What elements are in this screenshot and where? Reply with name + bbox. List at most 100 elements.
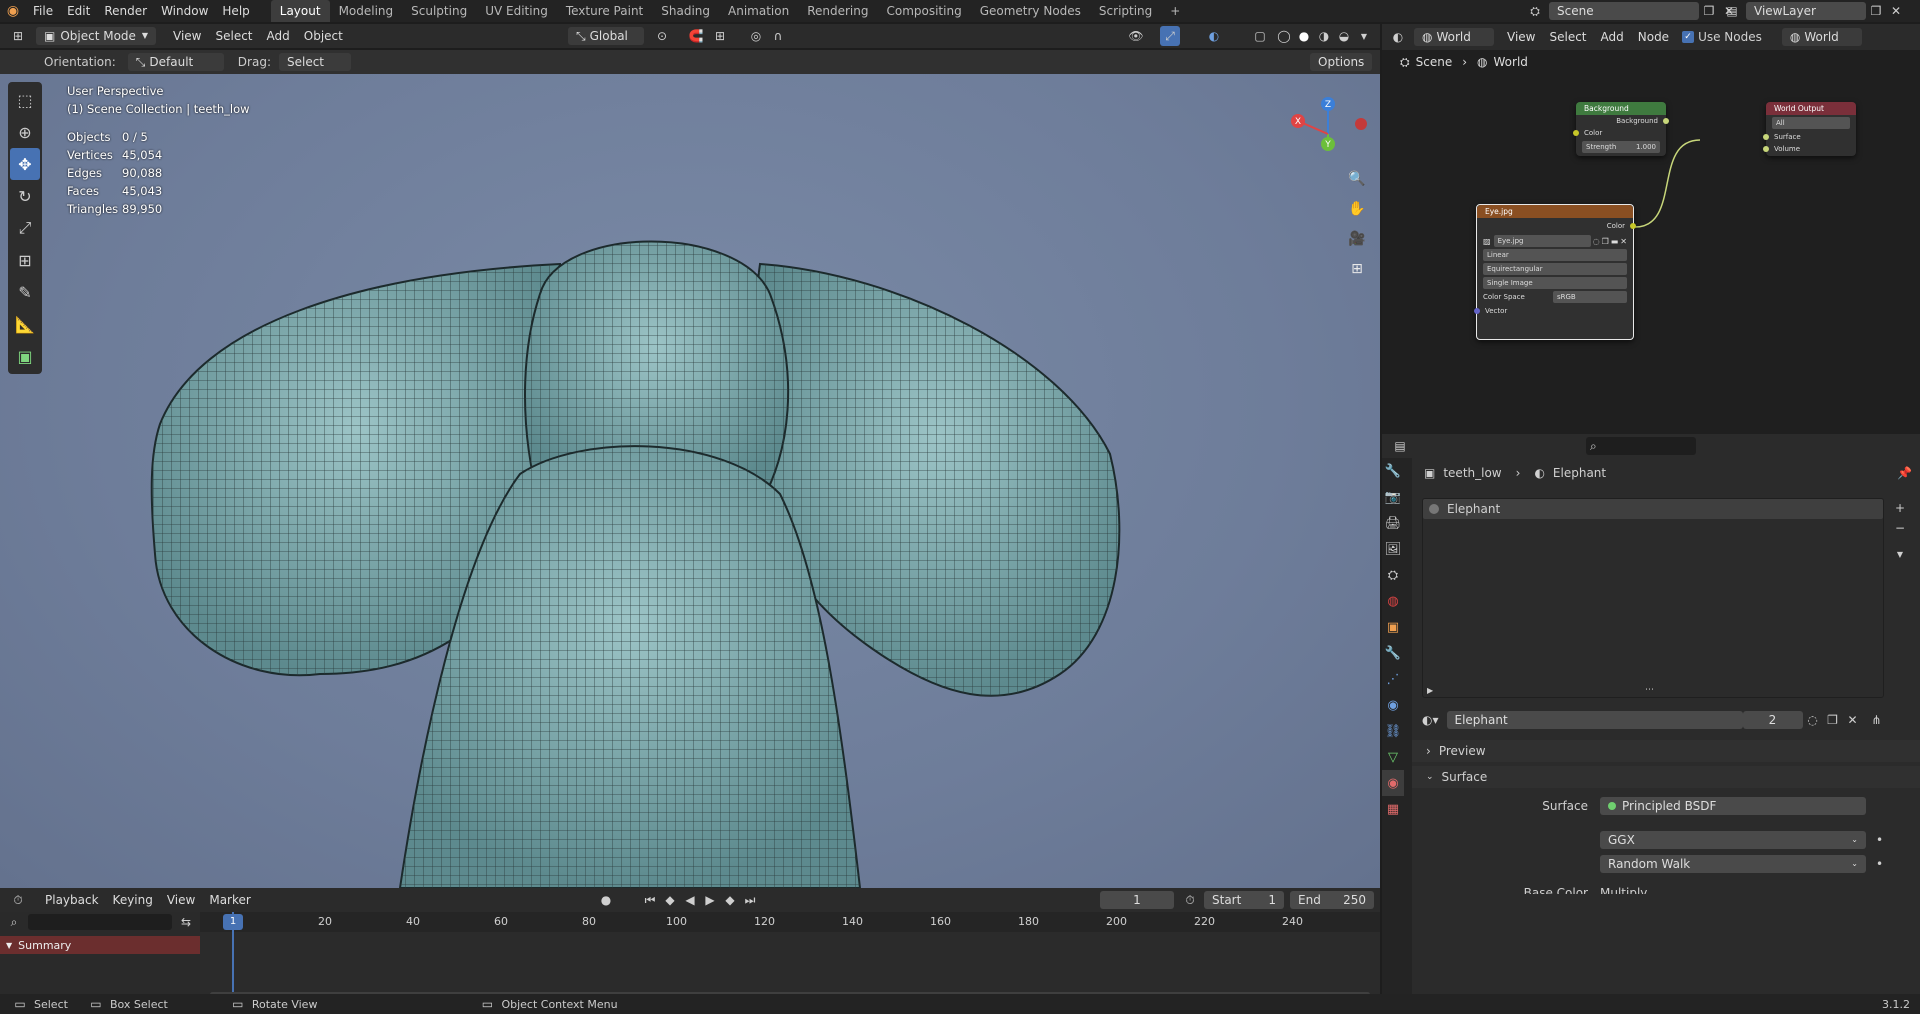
- measure-tool-icon[interactable]: 📐: [10, 308, 40, 340]
- new-scene-icon[interactable]: ❐: [1699, 1, 1719, 21]
- snap-icon[interactable]: 🧲: [686, 26, 706, 46]
- gizmo-toggle-icon[interactable]: ⤢: [1160, 26, 1180, 46]
- background-output-socket[interactable]: [1663, 118, 1669, 124]
- image-node-header[interactable]: Eye.jpg: [1477, 205, 1633, 218]
- vector-input-socket[interactable]: [1474, 308, 1480, 314]
- node-tree-icon[interactable]: ⋔: [1867, 710, 1887, 730]
- neg-x-axis-handle[interactable]: [1355, 118, 1367, 130]
- fake-user-icon[interactable]: ◌: [1803, 710, 1823, 730]
- unlink-material-icon[interactable]: ✕: [1843, 710, 1863, 730]
- menu-file[interactable]: File: [26, 0, 60, 22]
- world-tab-icon[interactable]: ◍: [1382, 588, 1404, 614]
- scene-tab-icon[interactable]: ⛭: [1382, 562, 1404, 588]
- background-node-header[interactable]: Background: [1576, 102, 1666, 115]
- strength-field[interactable]: Strength 1.000: [1582, 141, 1660, 153]
- fake-user-icon[interactable]: ◌: [1593, 237, 1600, 246]
- preview-range-icon[interactable]: ⏱: [1180, 890, 1200, 910]
- timeline-menu-marker[interactable]: Marker: [202, 889, 257, 911]
- tab-scripting[interactable]: Scripting: [1090, 0, 1161, 22]
- base-color-value[interactable]: Multiply: [1600, 883, 1647, 894]
- world-output-target-dropdown[interactable]: All: [1772, 117, 1850, 129]
- channel-search[interactable]: ⌕ ⇆: [0, 912, 200, 932]
- next-keyframe-icon[interactable]: ◆: [720, 890, 740, 910]
- properties-search-input[interactable]: ⌕: [1586, 437, 1696, 455]
- render-tab-icon[interactable]: 📷: [1382, 484, 1404, 510]
- visibility-icon[interactable]: 👁: [1126, 26, 1146, 46]
- pan-hand-icon[interactable]: ✋: [1344, 196, 1370, 222]
- prev-keyframe-icon[interactable]: ◆: [660, 890, 680, 910]
- end-frame-field[interactable]: End 250: [1290, 891, 1374, 909]
- image-datablock-row[interactable]: ▨ Eye.jpg ◌ ❐ ▬ ✕: [1483, 235, 1627, 247]
- cursor-tool-icon[interactable]: ⊕: [10, 116, 40, 148]
- menu-help[interactable]: Help: [215, 0, 256, 22]
- constraints-tab-icon[interactable]: ⛓: [1382, 718, 1404, 744]
- play-reverse-icon[interactable]: ◀: [680, 890, 700, 910]
- current-frame-field[interactable]: 1: [1100, 891, 1174, 909]
- play-icon[interactable]: ▶: [700, 890, 720, 910]
- viewlayer-name-field[interactable]: ViewLayer: [1746, 2, 1866, 20]
- material-browse-icon[interactable]: ◐▾: [1422, 713, 1439, 727]
- summary-channel[interactable]: ▼ Summary: [0, 936, 200, 954]
- environment-texture-node[interactable]: Eye.jpg Color ▨ Eye.jpg ◌ ❐ ▬ ✕ Linear E…: [1474, 204, 1636, 340]
- transform-orientation-dropdown[interactable]: ⤡ Global: [568, 27, 644, 45]
- playhead-frame-label[interactable]: 1: [223, 914, 243, 930]
- move-tool-icon[interactable]: ✥: [10, 148, 40, 180]
- tab-sculpting[interactable]: Sculpting: [402, 0, 476, 22]
- tab-layout[interactable]: Layout: [270, 0, 330, 22]
- breadcrumb-object[interactable]: teeth_low: [1443, 466, 1501, 480]
- material-slot-row[interactable]: Elephant: [1423, 499, 1883, 519]
- wireframe-shading-icon[interactable]: ◯: [1274, 26, 1294, 46]
- viewport-menu-add[interactable]: Add: [260, 25, 297, 47]
- new-material-icon[interactable]: ❐: [1823, 710, 1843, 730]
- blender-logo-icon[interactable]: ◉: [0, 1, 26, 21]
- camera-view-icon[interactable]: 🎥: [1344, 226, 1370, 252]
- jump-end-icon[interactable]: ⏭: [740, 890, 760, 910]
- distribution-dropdown[interactable]: GGX ⌄: [1600, 831, 1866, 849]
- scale-tool-icon[interactable]: ⤢: [10, 212, 40, 244]
- timeline-menu-playback[interactable]: Playback: [38, 889, 106, 911]
- volume-input-socket[interactable]: [1763, 146, 1769, 152]
- view-layer-tab-icon[interactable]: 🖼: [1382, 536, 1404, 562]
- tab-animation[interactable]: Animation: [719, 0, 798, 22]
- options-dropdown[interactable]: Options: [1310, 53, 1372, 71]
- tab-uv-editing[interactable]: UV Editing: [476, 0, 557, 22]
- list-expand-icon[interactable]: ▶: [1427, 686, 1433, 695]
- list-resize-grip-icon[interactable]: ⋯: [1645, 685, 1654, 695]
- viewport-menu-view[interactable]: View: [166, 25, 208, 47]
- texture-tab-icon[interactable]: ▦: [1382, 796, 1404, 822]
- decorator-dot-icon[interactable]: •: [1876, 857, 1883, 871]
- rotate-tool-icon[interactable]: ↻: [10, 180, 40, 212]
- projection-dropdown[interactable]: Equirectangular: [1483, 263, 1627, 275]
- shading-options-icon[interactable]: ▼: [1354, 26, 1374, 46]
- tab-shading[interactable]: Shading: [652, 0, 719, 22]
- menu-edit[interactable]: Edit: [60, 0, 97, 22]
- world-output-node-header[interactable]: World Output: [1766, 102, 1856, 115]
- colorspace-dropdown[interactable]: sRGB: [1553, 291, 1627, 303]
- orientation-dropdown[interactable]: ⤡ Default: [127, 53, 224, 71]
- breadcrumb-material[interactable]: Elephant: [1553, 466, 1606, 480]
- proportional-edit-icon[interactable]: ◎: [746, 26, 766, 46]
- image-name-field[interactable]: Eye.jpg: [1493, 235, 1591, 247]
- scene-name-field[interactable]: Scene: [1549, 2, 1699, 20]
- annotate-tool-icon[interactable]: ✎: [10, 276, 40, 308]
- channel-search-input[interactable]: [28, 914, 172, 930]
- color-input-socket[interactable]: [1573, 130, 1579, 136]
- data-tab-icon[interactable]: ▽: [1382, 744, 1404, 770]
- editor-type-icon[interactable]: ⊞: [8, 26, 28, 46]
- tab-compositing[interactable]: Compositing: [877, 0, 970, 22]
- start-frame-field[interactable]: Start 1: [1204, 891, 1284, 909]
- material-shading-icon[interactable]: ◑: [1314, 26, 1334, 46]
- material-tab-icon[interactable]: ◉: [1382, 770, 1404, 796]
- folder-icon[interactable]: ▬: [1611, 237, 1619, 246]
- delete-viewlayer-icon[interactable]: ✕: [1886, 1, 1906, 21]
- world-output-node[interactable]: World Output All Surface Volume: [1763, 102, 1856, 156]
- duplicate-icon[interactable]: ❐: [1602, 237, 1609, 246]
- solid-shading-icon[interactable]: ●: [1294, 26, 1314, 46]
- material-user-count[interactable]: 2: [1742, 711, 1803, 729]
- decorator-dot-icon[interactable]: •: [1876, 833, 1883, 847]
- tab-rendering[interactable]: Rendering: [798, 0, 877, 22]
- tool-tab-icon[interactable]: 🔧: [1382, 458, 1404, 484]
- shader-node-editor[interactable]: ◐ ◍ World View Select Add Node ✓ Use Nod…: [1382, 24, 1920, 434]
- surface-input-socket[interactable]: [1763, 134, 1769, 140]
- add-slot-icon[interactable]: +: [1890, 498, 1910, 518]
